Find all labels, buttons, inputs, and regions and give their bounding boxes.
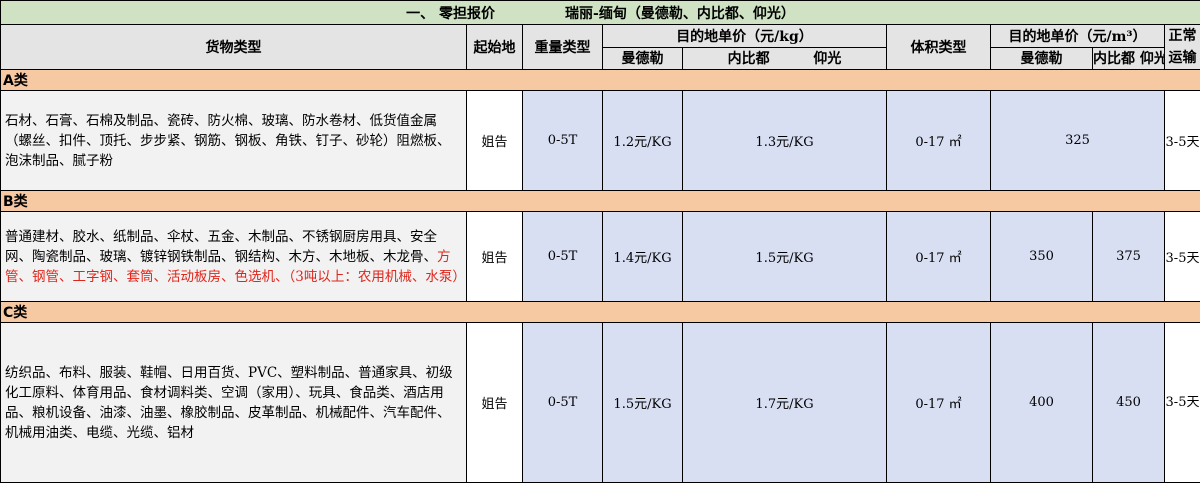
volume-type-cell: 0-17 ㎡ [887, 212, 991, 302]
table-row: 石材、石膏、石棉及制品、瓷砖、防火棉、玻璃、防水卷材、低货值金属（螺丝、扣件、顶… [1, 91, 1200, 191]
header-origin: 起始地 [467, 25, 523, 70]
price-table: 一、 零担报价 瑞丽-缅甸（曼德勒、内比都、仰光） 货物类型 起始地 重量类型 目… [0, 0, 1200, 483]
title-row: 一、 零担报价 瑞丽-缅甸（曼德勒、内比都、仰光） [1, 1, 1200, 25]
category-row-a: A类 [1, 70, 1200, 91]
price-kg-mandalay: 1.2元/KG [603, 91, 683, 191]
header-kg-mandalay: 曼德勒 [603, 47, 683, 70]
weight-type-cell: 0-5T [523, 323, 603, 483]
cargo-description-c: 纺织品、布料、服装、鞋帽、日用百货、PVC、塑料制品、普通家具、初级化工原料、体… [1, 323, 467, 483]
transit-cell: 3-5天 [1165, 323, 1200, 483]
price-kg-other: 1.7元/KG [683, 323, 887, 483]
category-label-c: C类 [1, 302, 1200, 323]
price-m3-all: 325 [991, 91, 1165, 191]
category-label-b: B类 [1, 191, 1200, 212]
header-kg-naypyidaw-yangon: 内比都 仰光 [683, 47, 887, 70]
origin-cell: 姐告 [467, 91, 523, 191]
price-kg-mandalay: 1.4元/KG [603, 212, 683, 302]
price-m3-mandalay: 350 [991, 212, 1093, 302]
volume-type-cell: 0-17 ㎡ [887, 323, 991, 483]
cargo-description-b-text: 普通建材、胶水、纸制品、伞杖、五金、木制品、不锈钢厨房用具、安全网、陶瓷制品、玻… [5, 229, 437, 265]
header-cargo-type: 货物类型 [1, 25, 467, 70]
header-volume-price: 目的地单价（元/m³） [991, 25, 1165, 48]
header-weight-type: 重量类型 [523, 25, 603, 70]
volume-type-cell: 0-17 ㎡ [887, 91, 991, 191]
cargo-description-b: 普通建材、胶水、纸制品、伞杖、五金、木制品、不锈钢厨房用具、安全网、陶瓷制品、玻… [1, 212, 467, 302]
origin-cell: 姐告 [467, 323, 523, 483]
category-row-c: C类 [1, 302, 1200, 323]
route-title: 瑞丽-缅甸（曼德勒、内比都、仰光） [565, 6, 795, 22]
price-m3-other: 450 [1093, 323, 1165, 483]
header-row-1: 货物类型 起始地 重量类型 目的地单价（元/kg） 体积类型 目的地单价（元/m… [1, 25, 1200, 48]
header-kg-naypyidaw: 内比都 [728, 51, 770, 67]
category-label-a: A类 [1, 70, 1200, 91]
weight-type-cell: 0-5T [523, 212, 603, 302]
table-row: 普通建材、胶水、纸制品、伞杖、五金、木制品、不锈钢厨房用具、安全网、陶瓷制品、玻… [1, 212, 1200, 302]
transit-cell: 3-5天 [1165, 91, 1200, 191]
header-transit: 正常运输 [1165, 25, 1200, 70]
origin-cell: 姐告 [467, 212, 523, 302]
category-row-b: B类 [1, 191, 1200, 212]
header-kg-yangon: 仰光 [813, 51, 841, 67]
price-kg-other: 1.5元/KG [683, 212, 887, 302]
header-m3-yangon: 仰光 [1140, 51, 1165, 67]
price-kg-mandalay: 1.5元/KG [603, 323, 683, 483]
header-m3-mandalay: 曼德勒 [991, 47, 1093, 70]
section-title: 一、 零担报价 [406, 6, 495, 22]
price-m3-other: 375 [1093, 212, 1165, 302]
weight-type-cell: 0-5T [523, 91, 603, 191]
table-title: 一、 零担报价 瑞丽-缅甸（曼德勒、内比都、仰光） [1, 1, 1200, 25]
header-m3-naypyidaw-yangon: 内比都 仰光 [1093, 47, 1165, 70]
price-m3-mandalay: 400 [991, 323, 1093, 483]
header-weight-price: 目的地单价（元/kg） [603, 25, 887, 48]
cargo-description-a: 石材、石膏、石棉及制品、瓷砖、防火棉、玻璃、防水卷材、低货值金属（螺丝、扣件、顶… [1, 91, 467, 191]
table-row: 纺织品、布料、服装、鞋帽、日用百货、PVC、塑料制品、普通家具、初级化工原料、体… [1, 323, 1200, 483]
header-m3-naypyidaw: 内比都 [1093, 51, 1135, 67]
header-volume-type: 体积类型 [887, 25, 991, 70]
price-kg-other: 1.3元/KG [683, 91, 887, 191]
transit-cell: 3-5天 [1165, 212, 1200, 302]
